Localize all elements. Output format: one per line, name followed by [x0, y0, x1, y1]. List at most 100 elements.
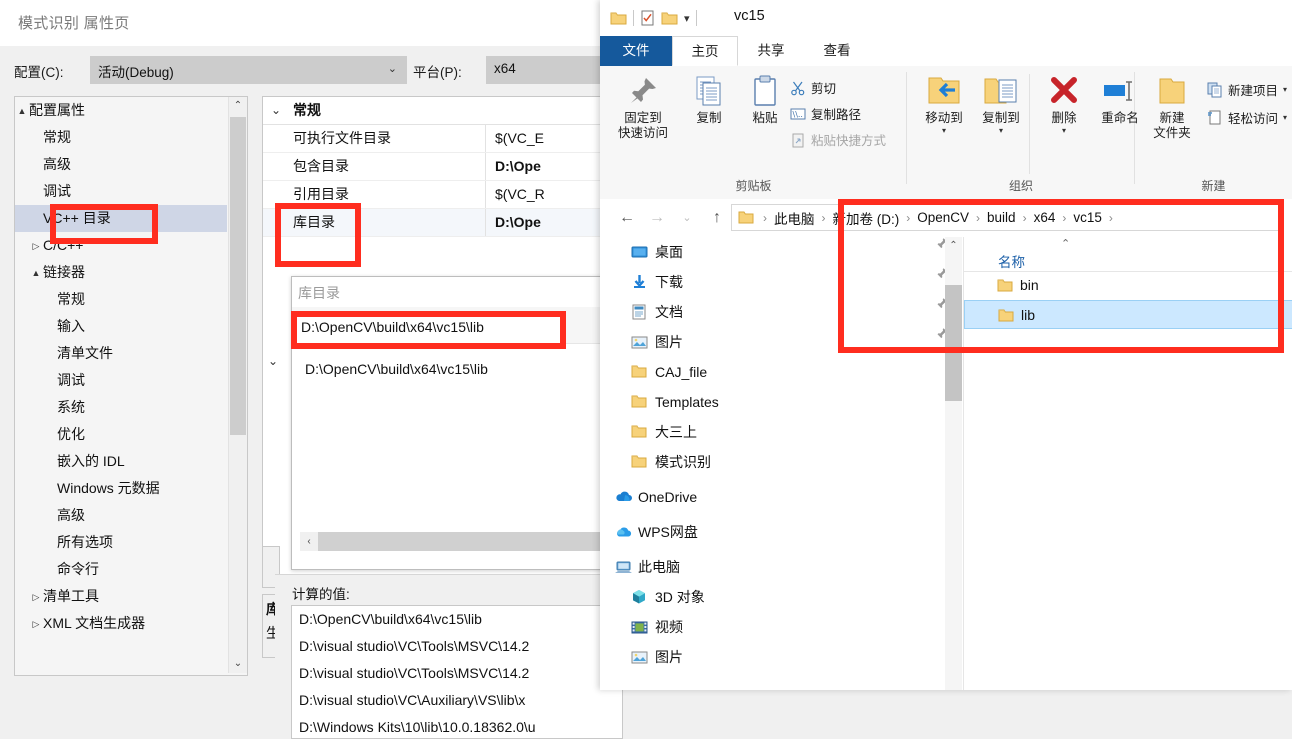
tree-scrollbar[interactable]: ⌃ ⌄ — [228, 97, 247, 673]
tree-item-17[interactable]: 命令行 — [15, 556, 227, 583]
nav-item-7[interactable]: 模式识别 — [600, 447, 963, 477]
navigation-scrollbar[interactable]: ⌃ — [945, 237, 962, 690]
file-row[interactable]: lib — [964, 300, 1292, 329]
back-icon[interactable]: ← — [614, 206, 640, 230]
breadcrumb[interactable]: › 此电脑 › 新加卷 (D:) › OpenCV › build › x64 › vc15 › — [731, 204, 1281, 231]
scroll-up-icon[interactable]: ⌃ — [229, 97, 247, 115]
nav-item-12[interactable]: 视频 — [600, 612, 963, 642]
ribbon-tab-2[interactable]: 共享 — [738, 36, 804, 66]
tree-item-5[interactable]: ▷ C/C++ — [15, 232, 227, 259]
ribbon-tab-3[interactable]: 查看 — [804, 36, 870, 66]
copy-to-button[interactable]: 复制到 ▾ — [970, 74, 1032, 135]
breadcrumb-item-5[interactable]: vc15 — [1073, 210, 1102, 225]
tree-item-7[interactable]: 常规 — [15, 286, 227, 313]
copy-path-button[interactable]: \\.. 复制路径 — [790, 102, 861, 125]
file-row[interactable]: bin — [964, 271, 1292, 300]
nav-item-4[interactable]: CAJ_file — [600, 357, 963, 387]
ribbon-tab-1[interactable]: 主页 — [672, 36, 738, 66]
tree-item-9[interactable]: 清单文件 — [15, 340, 227, 367]
chevron-down-icon[interactable]: ⌄ — [271, 97, 281, 124]
editor-path-input[interactable]: D:\OpenCV\build\x64\vc15\lib — [300, 357, 570, 385]
scroll-up-icon[interactable]: ⌃ — [945, 237, 962, 254]
recent-locations-icon[interactable]: ⌄ — [674, 206, 700, 230]
move-to-dropdown-icon[interactable]: ▾ — [913, 126, 975, 135]
tree-item-10[interactable]: 调试 — [15, 367, 227, 394]
scrollbar-thumb[interactable] — [230, 117, 246, 435]
new-item-button[interactable]: 新建项目 ▾ — [1207, 78, 1287, 101]
configuration-select[interactable]: 活动(Debug) ⌄ — [90, 56, 407, 84]
breadcrumb-item-4[interactable]: x64 — [1034, 210, 1056, 225]
expander-collapsed-icon[interactable]: ▷ — [29, 611, 43, 638]
expander-collapsed-icon[interactable]: ▷ — [29, 233, 43, 260]
nav-item-3[interactable]: 图片 — [600, 327, 963, 357]
tree-item-2[interactable]: 高级 — [15, 151, 227, 178]
nav-item-13[interactable]: 图片 — [600, 642, 963, 672]
nav-item-0[interactable]: 桌面 — [600, 237, 963, 267]
nav-item-11[interactable]: 3D 对象 — [600, 582, 963, 612]
property-value[interactable]: D:\Ope — [495, 209, 541, 236]
pin-to-quick-access-button[interactable]: 固定到 快速访问 — [612, 74, 674, 141]
tree-item-11[interactable]: 系统 — [15, 394, 227, 421]
property-value[interactable]: $(VC_R — [495, 181, 545, 208]
tree-item-8[interactable]: 输入 — [15, 313, 227, 340]
move-to-button[interactable]: 移动到 ▾ — [913, 74, 975, 135]
tree-item-4[interactable]: VC++ 目录 — [15, 205, 227, 232]
breadcrumb-item-2[interactable]: OpenCV — [917, 210, 969, 225]
quick-access-toolbar[interactable]: ▾ — [610, 7, 697, 29]
nav-item-5[interactable]: Templates — [600, 387, 963, 417]
scroll-left-icon[interactable]: ‹ — [300, 532, 318, 551]
property-value[interactable]: $(VC_E — [495, 125, 544, 152]
new-folder-button[interactable]: 新建 文件夹 — [1141, 74, 1203, 141]
property-value[interactable]: D:\Ope — [495, 153, 541, 180]
paste-shortcut-button[interactable]: 粘贴快捷方式 — [790, 128, 886, 151]
tree-item-1[interactable]: 常规 — [15, 124, 227, 151]
property-row[interactable]: 引用目录 $(VC_R — [263, 181, 615, 209]
breadcrumb-item-3[interactable]: build — [987, 210, 1016, 225]
tree-item-14[interactable]: Windows 元数据 — [15, 475, 227, 502]
easy-access-button[interactable]: 轻松访问 ▾ — [1207, 106, 1287, 129]
column-header-name[interactable]: 名称 — [998, 251, 1025, 271]
tree-item-13[interactable]: 嵌入的 IDL — [15, 448, 227, 475]
tree-item-3[interactable]: 调试 — [15, 178, 227, 205]
property-row[interactable]: 库目录 D:\Ope — [263, 209, 615, 237]
property-row[interactable]: 包含目录 D:\Ope — [263, 153, 615, 181]
editor-horizontal-scrollbar[interactable]: ‹ — [300, 532, 613, 551]
folder-icon[interactable] — [610, 11, 627, 26]
cut-button[interactable]: 剪切 — [790, 76, 836, 99]
forward-icon[interactable]: → — [644, 206, 670, 230]
breadcrumb-item-0[interactable]: 此电脑 — [774, 208, 815, 228]
nav-item-8[interactable]: OneDrive — [600, 482, 963, 512]
properties-icon[interactable] — [640, 10, 655, 26]
paste-button[interactable]: 粘贴 — [734, 74, 796, 126]
nav-item-6[interactable]: 大三上 — [600, 417, 963, 447]
tree-item-16[interactable]: 所有选项 — [15, 529, 227, 556]
grid-collapse-icon[interactable]: ⌄ — [268, 354, 278, 368]
nav-item-10[interactable]: 此电脑 — [600, 552, 963, 582]
new-folder-icon[interactable] — [661, 11, 678, 26]
delete-dropdown-icon[interactable]: ▾ — [1033, 126, 1095, 135]
tree-item-12[interactable]: 优化 — [15, 421, 227, 448]
tree-item-19[interactable]: ▷ XML 文档生成器 — [15, 610, 227, 637]
up-icon[interactable]: ↑ — [704, 206, 730, 230]
scroll-down-icon[interactable]: ⌄ — [229, 655, 247, 673]
ribbon-tab-0[interactable]: 文件 — [600, 36, 672, 66]
breadcrumb-item-1[interactable]: 新加卷 (D:) — [833, 208, 900, 228]
property-row[interactable]: 可执行文件目录 $(VC_E — [263, 125, 615, 153]
chevron-down-icon[interactable]: ▾ — [684, 12, 690, 25]
delete-button[interactable]: 删除 ▾ — [1033, 74, 1095, 135]
tree-item-0[interactable]: ▲ 配置属性 — [15, 97, 227, 124]
copy-button[interactable]: 复制 — [678, 74, 740, 126]
breadcrumb-separator-end[interactable]: › — [1109, 211, 1113, 225]
nav-item-1[interactable]: 下载 — [600, 267, 963, 297]
tree-item-18[interactable]: ▷ 清单工具 — [15, 583, 227, 610]
expander-collapsed-icon[interactable]: ▷ — [29, 584, 43, 611]
tree-item-15[interactable]: 高级 — [15, 502, 227, 529]
property-group-header[interactable]: ⌄ 常规 — [263, 97, 615, 125]
copy-to-dropdown-icon[interactable]: ▾ — [970, 126, 1032, 135]
expander-expanded-icon[interactable]: ▲ — [29, 260, 43, 287]
nav-item-9[interactable]: WPS网盘 — [600, 517, 963, 547]
new-item-dropdown-icon[interactable]: ▾ — [1283, 85, 1287, 94]
expander-expanded-icon[interactable]: ▲ — [15, 98, 29, 125]
tree-item-6[interactable]: ▲ 链接器 — [15, 259, 227, 286]
nav-item-2[interactable]: 文档 — [600, 297, 963, 327]
